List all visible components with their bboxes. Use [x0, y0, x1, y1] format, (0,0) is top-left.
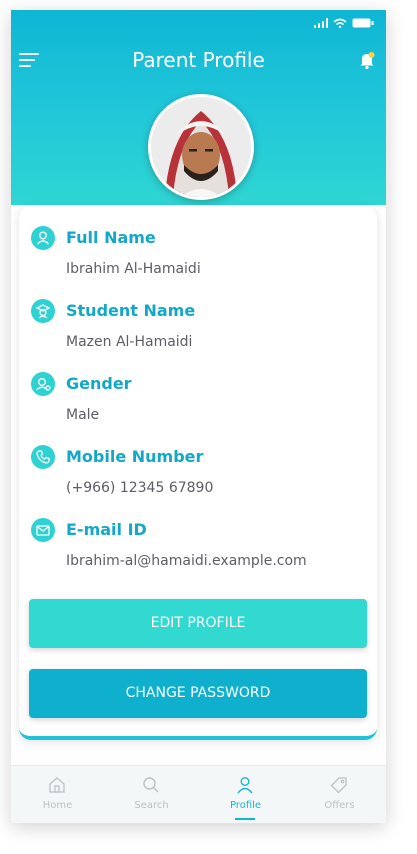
- nav-bar: Parent Profile: [11, 46, 386, 76]
- tab-label: Search: [134, 800, 169, 811]
- home-icon: [49, 777, 65, 793]
- avatar-photo: [151, 97, 251, 197]
- field-label: Gender: [66, 374, 132, 393]
- tab-profile[interactable]: Profile: [199, 766, 292, 823]
- active-tab-indicator: [235, 818, 255, 820]
- mail-icon: [31, 518, 55, 542]
- field-value: Male: [66, 407, 100, 423]
- user-icon: [31, 226, 55, 250]
- profile-icon: [237, 777, 253, 794]
- profile-card: Full Name Ibrahim Al-Hamaidi Student Nam…: [19, 206, 377, 740]
- tab-label: Offers: [324, 800, 355, 811]
- field-label: Full Name: [66, 228, 156, 247]
- signal-icon: [314, 18, 328, 28]
- gender-icon: [31, 372, 55, 396]
- phone-icon: [31, 445, 55, 469]
- tab-home[interactable]: Home: [11, 766, 104, 823]
- bottom-tab-bar: Home Search Profile Offers: [11, 765, 386, 823]
- tab-label: Profile: [229, 800, 262, 811]
- field-value: Ibrahim Al-Hamaidi: [66, 261, 201, 277]
- field-value: Ibrahim-al@hamaidi.example.com: [66, 553, 307, 569]
- tag-icon: [330, 777, 347, 794]
- battery-icon: [352, 18, 374, 28]
- field-label: Student Name: [66, 301, 196, 320]
- page-title: Parent Profile: [132, 48, 265, 72]
- notification-bell-icon[interactable]: [358, 50, 376, 70]
- tab-search[interactable]: Search: [105, 766, 198, 823]
- field-label: E-mail ID: [66, 520, 147, 539]
- wifi-icon: [333, 18, 347, 28]
- field-value: Mazen Al-Hamaidi: [66, 334, 193, 350]
- tab-label: Home: [42, 800, 73, 811]
- student-icon: [31, 299, 55, 323]
- profile-header: Parent Profile: [11, 10, 386, 205]
- avatar: [148, 94, 254, 200]
- change-password-button[interactable]: CHANGE PASSWORD: [29, 669, 367, 718]
- phone-screen: Parent Profile Full Name Ibrahim Al-Hama…: [11, 10, 386, 823]
- field-label: Mobile Number: [66, 447, 204, 466]
- tab-offers[interactable]: Offers: [293, 766, 386, 823]
- field-value: (+966) 12345 67890: [66, 480, 214, 496]
- search-icon: [143, 777, 159, 793]
- edit-profile-button[interactable]: EDIT PROFILE: [29, 599, 367, 648]
- status-bar: [314, 16, 374, 30]
